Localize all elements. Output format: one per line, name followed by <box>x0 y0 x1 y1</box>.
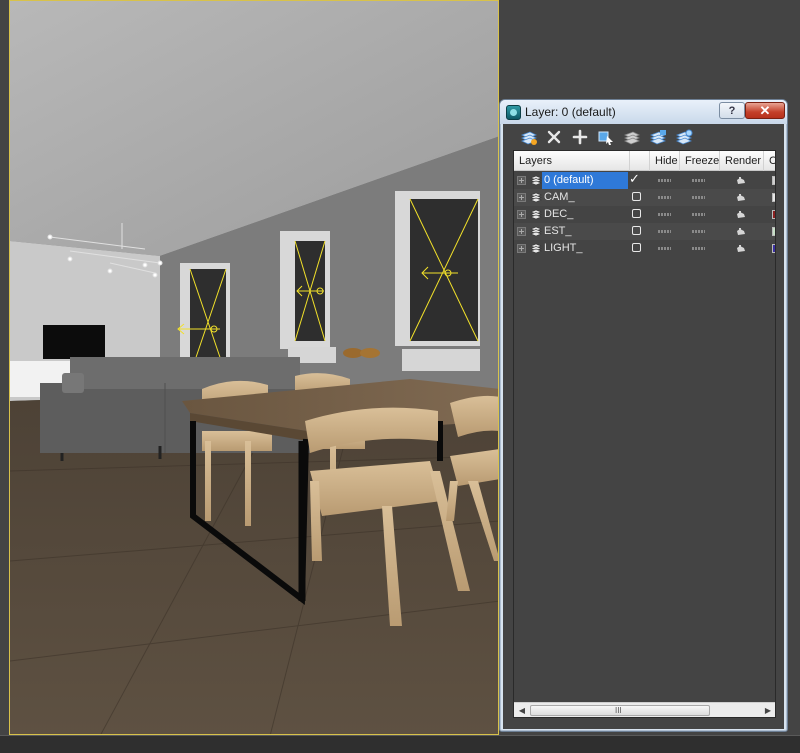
layer-color-swatch[interactable] <box>772 227 775 236</box>
layer-row[interactable]: 0 (default) ✓ <box>514 171 775 189</box>
column-header-hide[interactable]: Hide <box>650 151 680 171</box>
expand-toggle[interactable] <box>517 176 526 185</box>
help-button[interactable]: ? <box>719 102 745 119</box>
layer-color-swatch[interactable] <box>772 176 775 185</box>
layer-stack-icon <box>530 175 542 186</box>
teapot-render-icon[interactable] <box>736 176 746 185</box>
hide-toggle[interactable] <box>658 196 671 199</box>
freeze-all-icon[interactable] <box>674 127 694 147</box>
column-header-row: Layers Hide Freeze Render Co <box>514 151 775 171</box>
layer-color-swatch[interactable] <box>772 244 775 253</box>
freeze-toggle[interactable] <box>692 247 705 250</box>
app-icon <box>506 105 521 120</box>
layer-name[interactable]: 0 (default) <box>542 172 628 189</box>
teapot-render-icon[interactable] <box>736 210 746 219</box>
expand-toggle[interactable] <box>517 193 526 202</box>
create-new-layer-icon[interactable] <box>519 127 539 147</box>
freeze-toggle[interactable] <box>692 213 705 216</box>
window-title: Layer: 0 (default) <box>525 105 616 119</box>
title-bar[interactable]: Layer: 0 (default) ? ✕ <box>500 100 787 124</box>
column-header-layers[interactable]: Layers <box>514 151 630 171</box>
expand-toggle[interactable] <box>517 244 526 253</box>
layer-stack-icon <box>530 209 542 220</box>
layer-stack-icon <box>530 226 542 237</box>
column-header-current[interactable] <box>630 151 650 171</box>
column-header-freeze[interactable]: Freeze <box>680 151 720 171</box>
layer-name[interactable]: DEC_ <box>542 206 577 223</box>
teapot-render-icon[interactable] <box>736 227 746 236</box>
layer-color-swatch[interactable] <box>772 210 775 219</box>
dialog-body: Layers Hide Freeze Render Co 0 (default)… <box>503 124 784 729</box>
hide-toggle[interactable] <box>658 213 671 216</box>
layer-row[interactable]: LIGHT_ <box>514 240 775 257</box>
set-current-checkbox[interactable] <box>632 209 641 218</box>
set-current-checkbox[interactable] <box>632 226 641 235</box>
viewport-perspective[interactable] <box>9 0 499 735</box>
divider <box>0 735 800 736</box>
layer-manager-window[interactable]: Layer: 0 (default) ? ✕ Layers Hide Freez… <box>499 99 788 732</box>
freeze-toggle[interactable] <box>692 196 705 199</box>
scroll-left-arrow[interactable]: ◀ <box>515 705 529 717</box>
layer-toolbar <box>503 124 784 150</box>
layer-name[interactable]: LIGHT_ <box>542 240 587 257</box>
tv <box>43 325 105 359</box>
scroll-thumb[interactable]: III <box>530 705 710 716</box>
teapot-render-icon[interactable] <box>736 193 746 202</box>
layers-list[interactable]: Layers Hide Freeze Render Co 0 (default)… <box>513 150 776 718</box>
delete-layer-icon[interactable] <box>544 127 564 147</box>
scroll-grip: III <box>615 706 622 715</box>
freeze-toggle[interactable] <box>692 179 705 182</box>
window-2 <box>280 231 330 349</box>
hide-toggle[interactable] <box>658 247 671 250</box>
status-area <box>0 735 800 753</box>
layer-name[interactable]: EST_ <box>542 223 576 240</box>
teapot-render-icon[interactable] <box>736 244 746 253</box>
highlight-layer-icon[interactable] <box>622 127 642 147</box>
column-header-color[interactable]: Co <box>764 151 775 171</box>
viewport-scene <box>10 1 498 734</box>
set-current-checkbox[interactable] <box>632 192 641 201</box>
close-button[interactable]: ✕ <box>745 102 785 119</box>
hide-toggle[interactable] <box>658 179 671 182</box>
freeze-toggle[interactable] <box>692 230 705 233</box>
layer-stack-icon <box>530 192 542 203</box>
hide-all-icon[interactable] <box>648 127 668 147</box>
layer-row[interactable]: EST_ <box>514 223 775 240</box>
set-current-checkbox[interactable] <box>632 243 641 252</box>
horizontal-scrollbar[interactable]: ◀ III ▶ <box>514 702 775 717</box>
layer-stack-icon <box>530 243 542 254</box>
layer-color-swatch[interactable] <box>772 193 775 202</box>
expand-toggle[interactable] <box>517 210 526 219</box>
window-3 <box>395 191 480 346</box>
select-objects-icon[interactable] <box>596 127 616 147</box>
hide-toggle[interactable] <box>658 230 671 233</box>
scroll-right-arrow[interactable]: ▶ <box>761 705 775 717</box>
add-to-layer-icon[interactable] <box>570 127 590 147</box>
layer-row[interactable]: DEC_ <box>514 206 775 223</box>
layer-row[interactable]: CAM_ <box>514 189 775 206</box>
layer-name[interactable]: CAM_ <box>542 189 579 206</box>
column-header-render[interactable]: Render <box>720 151 764 171</box>
current-layer-check-icon[interactable]: ✓ <box>629 171 640 187</box>
expand-toggle[interactable] <box>517 227 526 236</box>
